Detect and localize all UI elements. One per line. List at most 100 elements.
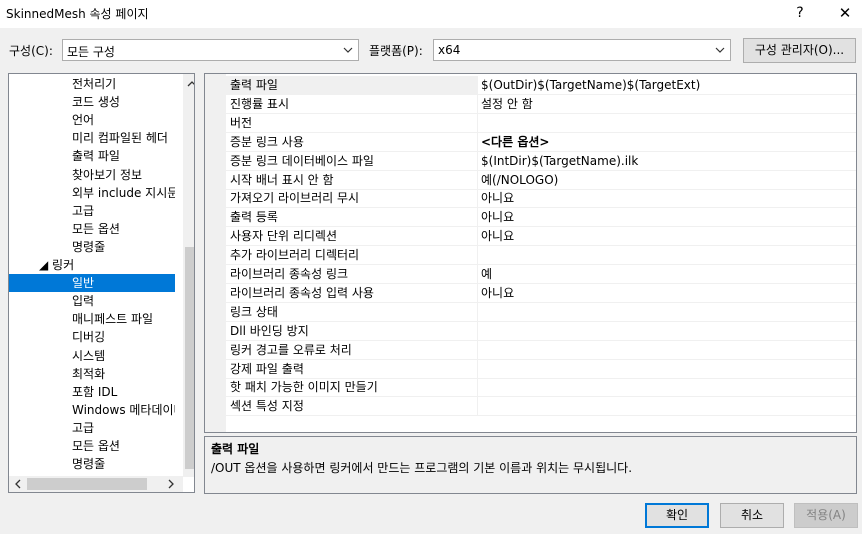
tree-item[interactable]: 입력 xyxy=(9,292,175,310)
tree-item[interactable]: 모든 옵션 xyxy=(9,437,175,455)
property-row[interactable]: 버전 xyxy=(226,113,856,133)
property-value[interactable] xyxy=(481,341,851,359)
property-name: 핫 패치 가능한 이미지 만들기 xyxy=(226,378,478,397)
tree-horizontal-scroll-thumb[interactable] xyxy=(27,478,147,490)
property-name: 증분 링크 사용 xyxy=(226,132,478,151)
property-name: 링크 상태 xyxy=(226,302,478,321)
property-value[interactable] xyxy=(481,114,851,132)
property-value[interactable]: 아니요 xyxy=(481,189,851,207)
property-value[interactable] xyxy=(481,322,851,340)
property-name: 출력 등록 xyxy=(226,208,478,227)
property-value[interactable]: $(IntDir)$(TargetName).ilk xyxy=(481,152,851,170)
property-value[interactable] xyxy=(481,246,851,264)
tree-item[interactable]: 모든 옵션 xyxy=(9,220,175,238)
property-row[interactable]: 출력 등록 아니요 xyxy=(226,208,856,228)
property-row[interactable]: 증분 링크 사용 <다른 옵션> xyxy=(226,132,856,152)
property-row[interactable]: 가져오기 라이브러리 무시 아니요 xyxy=(226,189,856,209)
category-tree[interactable]: 전처리기 코드 생성 언어 미리 컴파일된 헤더 출력 파일 찾아보기 정보 외부 incl… xyxy=(8,73,195,493)
tree-item[interactable]: 고급 xyxy=(9,202,175,220)
property-row[interactable]: 라이브러리 종속성 링크 예 xyxy=(226,265,856,284)
property-value[interactable]: 아니요 xyxy=(481,284,851,302)
ok-button[interactable]: 확인 xyxy=(645,503,709,528)
tree-item[interactable]: 명령줄 xyxy=(9,455,175,473)
tree-item[interactable]: ◢ 링커 xyxy=(9,256,175,274)
platform-value: x64 xyxy=(438,43,461,57)
property-row[interactable]: 사용자 단위 리디렉션 아니요 xyxy=(226,227,856,247)
tree-item[interactable]: 출력 파일 xyxy=(9,147,175,165)
tree-item[interactable]: 코드 생성 xyxy=(9,93,175,111)
property-row[interactable]: 추가 라이브러리 디렉터리 xyxy=(226,246,856,266)
platform-dropdown[interactable]: x64 xyxy=(433,39,731,61)
property-row[interactable]: 강제 파일 출력 xyxy=(226,359,856,379)
property-name: 섹션 특성 지정 xyxy=(226,397,478,416)
chevron-down-icon xyxy=(715,47,725,53)
grid-gutter xyxy=(205,74,226,432)
property-name: Dll 바인딩 방지 xyxy=(226,321,478,340)
tree-item[interactable]: 언어 xyxy=(9,111,175,129)
property-name: 강제 파일 출력 xyxy=(226,359,478,378)
property-name: 사용자 단위 리디렉션 xyxy=(226,227,478,246)
config-dropdown[interactable]: 모든 구성 xyxy=(62,39,359,61)
property-row[interactable]: 링커 경고를 오류로 처리 xyxy=(226,340,856,360)
property-name: 라이브러리 종속성 링크 xyxy=(226,265,478,283)
title-bar: SkinnedMesh 속성 페이지 ? ✕ xyxy=(0,0,862,28)
scroll-up-icon[interactable] xyxy=(186,78,195,90)
apply-button[interactable]: 적용(A) xyxy=(794,503,858,528)
chevron-down-icon xyxy=(343,47,353,53)
property-row[interactable]: 링크 상태 xyxy=(226,302,856,322)
property-value[interactable]: 아니요 xyxy=(481,208,851,226)
property-value[interactable]: <다른 옵션> xyxy=(481,133,851,151)
property-row[interactable]: 시작 배너 표시 안 함 예(/NOLOGO) xyxy=(226,170,856,190)
tree-item[interactable]: 찾아보기 정보 xyxy=(9,166,175,184)
tree-item[interactable]: 고급 xyxy=(9,419,175,437)
property-name: 추가 라이브러리 디렉터리 xyxy=(226,246,478,265)
property-value[interactable]: 예(/NOLOGO) xyxy=(481,171,851,189)
property-value[interactable]: 아니요 xyxy=(481,227,851,245)
description-panel: 출력 파일 /OUT 옵션을 사용하면 링커에서 만드는 프로그램의 기본 이름… xyxy=(204,436,857,494)
property-name: 링커 경고를 오류로 처리 xyxy=(226,340,478,359)
window-title: SkinnedMesh 속성 페이지 xyxy=(6,7,149,21)
tree-item[interactable]: Windows 메타데이터 xyxy=(9,401,175,419)
tree-item[interactable]: 전처리기 xyxy=(9,75,175,93)
property-value[interactable]: $(OutDir)$(TargetName)$(TargetExt) xyxy=(481,76,851,94)
property-value[interactable] xyxy=(481,360,851,378)
property-row[interactable]: 라이브러리 종속성 입력 사용 아니요 xyxy=(226,283,856,303)
property-name: 출력 파일 xyxy=(226,76,478,94)
property-grid[interactable]: 출력 파일 $(OutDir)$(TargetName)$(TargetExt) 진… xyxy=(204,73,857,433)
tree-vertical-scroll-thumb[interactable] xyxy=(185,247,194,469)
tree-item[interactable]: 미리 컴파일된 헤더 xyxy=(9,129,175,147)
property-value[interactable]: 설정 안 함 xyxy=(481,95,851,113)
close-button[interactable]: ✕ xyxy=(830,0,860,26)
property-name: 시작 배너 표시 안 함 xyxy=(226,170,478,189)
tree-item[interactable]: 일반 xyxy=(9,274,175,293)
tree-item[interactable]: 포함 IDL xyxy=(9,383,175,401)
tree-item[interactable]: 매니페스트 파일 xyxy=(9,310,175,328)
property-value[interactable] xyxy=(481,378,851,396)
property-name: 라이브러리 종속성 입력 사용 xyxy=(226,283,478,302)
tree-item[interactable]: 명령줄 xyxy=(9,238,175,256)
property-row[interactable]: 핫 패치 가능한 이미지 만들기 xyxy=(226,378,856,398)
property-name: 가져오기 라이브러리 무시 xyxy=(226,189,478,208)
property-row[interactable]: Dll 바인딩 방지 xyxy=(226,321,856,341)
cancel-button[interactable]: 취소 xyxy=(720,503,784,528)
tree-item[interactable]: 시스템 xyxy=(9,347,175,365)
scroll-right-icon[interactable] xyxy=(165,478,177,490)
tree-item[interactable]: 최적화 xyxy=(9,365,175,383)
property-value[interactable] xyxy=(481,303,851,321)
property-name: 버전 xyxy=(226,113,478,132)
property-name: 진행률 표시 xyxy=(226,94,478,113)
property-row[interactable]: 출력 파일 $(OutDir)$(TargetName)$(TargetExt) xyxy=(226,76,856,95)
property-value[interactable] xyxy=(481,397,851,415)
help-button[interactable]: ? xyxy=(788,0,812,26)
tree-item[interactable]: 디버깅 xyxy=(9,328,175,346)
property-value[interactable]: 예 xyxy=(481,265,851,283)
property-row[interactable]: 증분 링크 데이터베이스 파일 $(IntDir)$(TargetName).il… xyxy=(226,151,856,171)
scroll-left-icon[interactable] xyxy=(12,478,24,490)
description-title: 출력 파일 xyxy=(211,442,260,456)
tree-item[interactable]: 외부 include 지시문 xyxy=(9,184,175,202)
platform-label: 플랫폼(P): xyxy=(369,44,423,58)
config-value: 모든 구성 xyxy=(67,45,115,59)
config-manager-button[interactable]: 구성 관리자(O)... xyxy=(743,38,856,63)
property-row[interactable]: 진행률 표시 설정 안 함 xyxy=(226,94,856,114)
property-row[interactable]: 섹션 특성 지정 xyxy=(226,397,856,417)
